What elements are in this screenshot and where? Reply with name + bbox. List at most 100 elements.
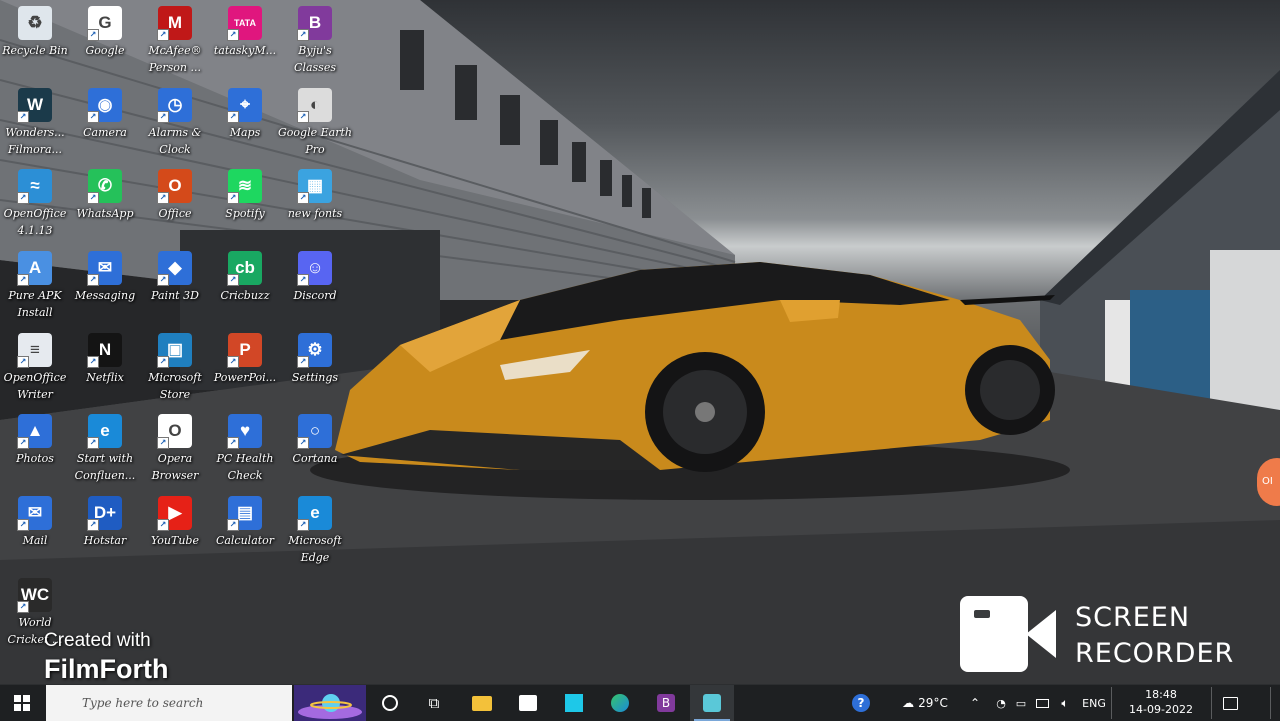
taskbar-byjus[interactable]: B: [644, 685, 688, 721]
shortcut-arrow-icon: ↗: [297, 274, 309, 286]
desktop-icon-whatsapp[interactable]: ✆ ↗ WhatsApp: [70, 165, 140, 247]
shortcut-arrow-icon: ↗: [227, 274, 239, 286]
show-hidden-icons-button[interactable]: ⌃: [964, 685, 986, 721]
watermark-line-2: FilmForth: [44, 654, 169, 684]
help-tray-button[interactable]: ?: [846, 685, 876, 721]
clock-time: 18:48: [1145, 688, 1177, 701]
desktop-icon-google[interactable]: G ↗ Google: [70, 2, 140, 84]
desktop-icon-label: WhatsApp: [76, 207, 134, 220]
desktop-icon-label: tataskyM...: [213, 44, 277, 57]
desktop-icon-writer[interactable]: ≡ ↗ OpenOffice Writer: [0, 329, 70, 411]
recorder-line-2: RECORDER: [1075, 638, 1235, 669]
shortcut-arrow-icon: ↗: [227, 192, 239, 204]
desktop-icon-pure-apk[interactable]: A ↗ Pure APK Install: [0, 247, 70, 329]
cortana-circle-icon: [382, 695, 398, 711]
desktop-icon-tata-play[interactable]: TATA ↗ tataskyM...: [210, 2, 280, 84]
tray-separator: [1211, 687, 1212, 719]
desktop-icon-label: Alarms & Clock: [148, 126, 202, 156]
desktop-icon-label: Office: [158, 207, 192, 220]
desktop-icon-label: Google: [85, 44, 125, 57]
shortcut-arrow-icon: ↗: [87, 519, 99, 531]
desktop-icon-cortana[interactable]: ○ ↗ Cortana: [280, 410, 350, 492]
desktop-icon-youtube[interactable]: ▶ ↗ YouTube: [140, 492, 210, 574]
desktop-icon-label: Maps: [229, 126, 261, 139]
screen-recorder-watermark: SCREEN RECORDER: [960, 596, 1260, 676]
taskbar-store[interactable]: [506, 685, 550, 721]
desktop-icon-label: Opera Browser: [151, 452, 199, 482]
language-indicator[interactable]: ENG: [1078, 685, 1110, 721]
desktop-icon-label: Google Earth Pro: [278, 126, 352, 156]
shortcut-arrow-icon: ↗: [227, 356, 239, 368]
byjus-icon: B: [657, 694, 675, 712]
desktop-icon-label: Microsoft Edge: [288, 534, 342, 564]
desktop-icon-clock[interactable]: ◷ ↗ Alarms & Clock: [140, 84, 210, 166]
taskbar-search-box[interactable]: Type here to search: [46, 685, 292, 721]
desktop-icon-recycle-bin[interactable]: ♻ Recycle Bin: [0, 2, 70, 84]
taskbar-app-cyan[interactable]: [552, 685, 596, 721]
shortcut-arrow-icon: ↗: [227, 29, 239, 41]
desktop-icon-label: Hotstar: [83, 534, 127, 547]
desktop-icon-google-earth[interactable]: ◐ ↗ Google Earth Pro: [278, 84, 352, 166]
desktop-icon-powerpoint[interactable]: P ↗ PowerPoi...: [210, 329, 280, 411]
desktop-icon-photos[interactable]: ▲ ↗ Photos: [0, 410, 70, 492]
desktop-icon-hotstar[interactable]: D+ ↗ Hotstar: [70, 492, 140, 574]
taskbar-screen-recorder[interactable]: [690, 685, 734, 721]
desktop-icon-byjus[interactable]: B ↗ Byju's Classes: [280, 2, 350, 84]
desktop-icon-edge-browser[interactable]: e ↗ Microsoft Edge: [280, 492, 350, 574]
desktop-icon-label: OpenOffice 4.1.13: [3, 207, 67, 237]
desktop-icon-filmora[interactable]: W ↗ Wonders... Filmora...: [0, 84, 70, 166]
desktop-icon-opera[interactable]: O ↗ Opera Browser: [140, 410, 210, 492]
desktop-icon-spotify[interactable]: ≋ ↗ Spotify: [210, 165, 280, 247]
desktop-icon-label: Cortana: [292, 452, 338, 465]
battery-icon: [1035, 698, 1049, 708]
desktop-icon-calculator[interactable]: ▤ ↗ Calculator: [210, 492, 280, 574]
desktop-icon-paint-3d[interactable]: ◆ ↗ Paint 3D: [140, 247, 210, 329]
desktop-icon-netflix[interactable]: N ↗ Netflix: [70, 329, 140, 411]
taskbar-file-explorer[interactable]: [460, 685, 504, 721]
desktop-icon-label: Discord: [293, 289, 337, 302]
shortcut-arrow-icon: ↗: [157, 111, 169, 123]
start-button[interactable]: [0, 685, 44, 721]
show-desktop-button[interactable]: [1271, 685, 1280, 721]
store-bag-icon: [519, 695, 537, 711]
desktop-icon-label: Cricbuzz: [220, 289, 270, 302]
folder-icon: [472, 695, 492, 711]
desktop-icon-store[interactable]: ▣ ↗ Microsoft Store: [140, 329, 210, 411]
desktop-icon-cricbuzz[interactable]: cb ↗ Cricbuzz: [210, 247, 280, 329]
desktop-icon-label: Messaging: [74, 289, 136, 302]
shortcut-arrow-icon: ↗: [157, 192, 169, 204]
battery-tray-button[interactable]: [1032, 685, 1052, 721]
desktop-icon-openoffice[interactable]: ≈ ↗ OpenOffice 4.1.13: [0, 165, 70, 247]
shortcut-arrow-icon: ↗: [297, 437, 309, 449]
clock-button[interactable]: 18:48 14-09-2022: [1112, 685, 1210, 721]
shortcut-arrow-icon: ↗: [87, 192, 99, 204]
taskbar-edge[interactable]: [598, 685, 642, 721]
volume-tray-button[interactable]: 🔈︎: [1054, 685, 1076, 721]
shortcut-arrow-icon: ↗: [157, 519, 169, 531]
desktop-icon-mail[interactable]: ✉ ↗ Mail: [0, 492, 70, 574]
desktop-icon-edge[interactable]: e ↗ Start with Confluen...: [70, 410, 140, 492]
weather-widget[interactable]: ☁ 29°C: [890, 685, 960, 721]
notification-center-button[interactable]: [1214, 685, 1246, 721]
shortcut-arrow-icon: ↗: [87, 437, 99, 449]
desktop-icon-camera[interactable]: ◉ ↗ Camera: [70, 84, 140, 166]
desktop-icon-discord[interactable]: ☺ ↗ Discord: [280, 247, 350, 329]
shortcut-arrow-icon: ↗: [17, 356, 29, 368]
meet-now-tray-button[interactable]: ▭: [1012, 685, 1030, 721]
network-tray-button[interactable]: ◔: [990, 685, 1012, 721]
desktop-icon-office[interactable]: O ↗ Office: [140, 165, 210, 247]
task-view-button[interactable]: ⧉: [414, 685, 454, 721]
shortcut-arrow-icon: ↗: [17, 437, 29, 449]
desktop-icon-folder-zip[interactable]: ▦ ↗ new fonts: [280, 165, 350, 247]
desktop-icon-mcafee[interactable]: M ↗ McAfee® Person ...: [140, 2, 210, 84]
weather-temperature: 29°C: [918, 696, 948, 710]
desktop-icon-health-check[interactable]: ♥ ↗ PC Health Check: [210, 410, 280, 492]
desktop-icon-messaging[interactable]: ✉ ↗ Messaging: [70, 247, 140, 329]
desktop-icon-maps[interactable]: ⌖ ↗ Maps: [210, 84, 280, 166]
desktop-icon-label: PowerPoi...: [213, 371, 277, 384]
cortana-button[interactable]: [370, 685, 410, 721]
search-highlight-button[interactable]: [294, 685, 366, 721]
shortcut-arrow-icon: ↗: [227, 111, 239, 123]
desktop-icon-settings[interactable]: ⚙ ↗ Settings: [280, 329, 350, 411]
shortcut-arrow-icon: ↗: [87, 356, 99, 368]
